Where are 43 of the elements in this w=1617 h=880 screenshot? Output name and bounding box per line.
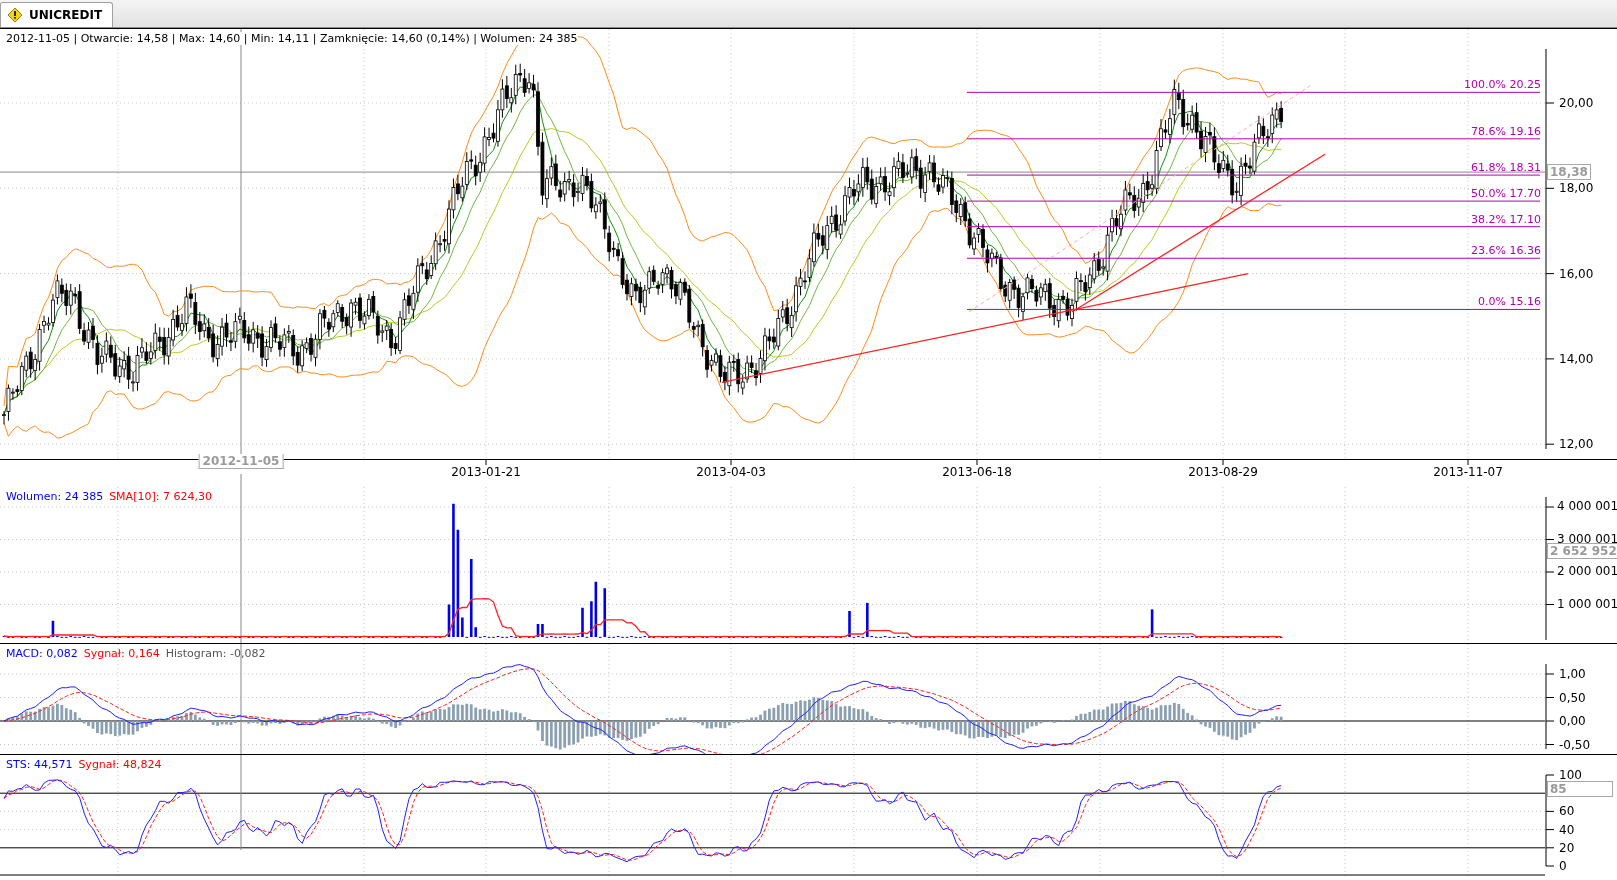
axis-label: 40 [1559,822,1575,837]
legend-text: SMA[10]: 7 624,30 [109,490,212,503]
fibonacci-label: 0.0% 15.16 [1478,295,1541,309]
legend-text: Wolumen: 24 385 [6,490,104,503]
legend-text: Sygnał: 0,164 [83,647,160,660]
date-label: 2013-11-07 [1433,465,1503,479]
warning-icon [7,7,23,23]
fibonacci-label: 50.0% 17.70 [1471,187,1541,201]
axis-label: 14,00 [1559,351,1594,366]
axis-label: 18,00 [1559,181,1594,196]
axis-label: 1,00 [1559,667,1586,681]
date-label: 2013-08-29 [1188,465,1258,479]
date-label: 2013-01-21 [451,465,521,479]
axis-label: 12,00 [1559,437,1594,452]
axis-label: -0,50 [1559,737,1591,752]
price-info-text: 2012-11-05 | Otwarcie: 14,58 | Max: 14,60 | Min: 14,11 | Zamknięcie: 14,60 (0,14%) | Wolumen: 24 385 [6,32,578,45]
axis-label: 20,00 [1559,96,1594,110]
cursor-date: 2012-11-05 [198,454,284,469]
axis-label: 60 [1559,804,1575,819]
axis-label: 2 000 001 [1557,564,1617,578]
date-label: 2013-06-18 [942,465,1012,479]
axis-label: 100 [1559,768,1582,782]
fibonacci-label: 23.6% 16.36 [1471,244,1541,258]
axis-label: 0 [1559,859,1567,873]
chart-tab[interactable]: UNICREDIT [0,2,114,27]
legend-text: MACD: 0,082 [6,647,78,660]
date-label: 2013-04-03 [696,465,766,479]
cursor-value: 18,38 [1547,164,1591,181]
axis-label: 20 [1559,840,1575,855]
axis-label: 16,00 [1559,266,1594,281]
fibonacci-label: 78.6% 19.16 [1471,124,1541,138]
axis-label: 0,00 [1559,714,1586,728]
legend-text: STS: 44,571 [6,758,73,771]
axis-label: 4 000 001 [1557,499,1617,513]
axis-label: 0,50 [1559,690,1586,705]
cursor-value: 85 [1547,780,1613,797]
legend-text: Sygnał: 48,824 [78,758,162,771]
fibonacci-label: 100.0% 20.25 [1464,78,1541,92]
fibonacci-label: 38.2% 17.10 [1471,212,1541,226]
cursor-value: 2 652 952 [1547,542,1617,559]
legend-text: Histogram: -0,082 [165,647,266,660]
fibonacci-label: 61.8% 18.31 [1471,161,1541,175]
axis-label: 1 000 001 [1557,596,1617,611]
